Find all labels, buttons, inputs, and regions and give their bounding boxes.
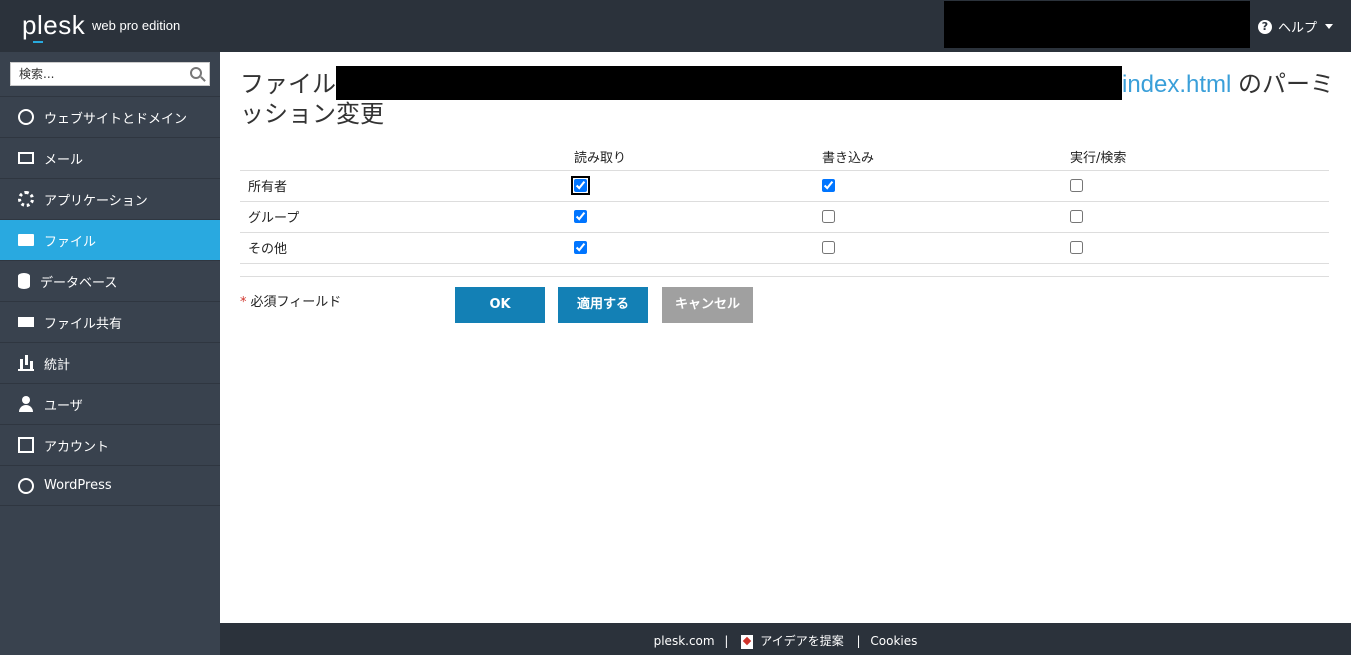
search-box [10, 62, 210, 86]
sidebar-item-account[interactable]: アカウント [0, 424, 220, 465]
sidebar-item-users[interactable]: ユーザ [0, 383, 220, 424]
owner-write-checkbox[interactable] [822, 179, 835, 192]
account-icon [18, 437, 34, 453]
footer-idea-link[interactable]: アイデアを提案 [738, 634, 846, 649]
sidebar-item-applications[interactable]: アプリケーション [0, 178, 220, 219]
permissions-table: 読み取り 書き込み 実行/検索 所有者 グループ その他 [240, 144, 1329, 264]
table-row-owner: 所有者 [240, 170, 1329, 202]
column-header-entity [240, 144, 560, 171]
sidebar-item-label: ユーザ [44, 398, 83, 414]
row-label: 所有者 [240, 170, 560, 202]
chevron-down-icon [1325, 24, 1334, 29]
sidebar-item-label: ウェブサイトとドメイン [44, 111, 188, 127]
footer-separator: | [856, 634, 861, 648]
stats-icon [18, 355, 34, 371]
cancel-button[interactable]: キャンセル [662, 287, 753, 323]
column-header-read: 読み取り [560, 144, 808, 171]
footer-idea-label: アイデアを提案 [760, 634, 844, 648]
idea-icon [741, 634, 754, 649]
divider [240, 276, 1329, 277]
others-write-checkbox[interactable] [822, 241, 835, 254]
redacted-user-area [944, 1, 1250, 48]
owner-read-checkbox[interactable] [571, 176, 590, 195]
footer-cookies-link[interactable]: Cookies [870, 634, 917, 648]
edition-label: web pro edition [92, 18, 181, 33]
sidebar-item-label: WordPress [44, 478, 112, 493]
top-bar: plesk web pro edition ? ヘルプ [0, 0, 1351, 52]
sidebar-item-file-sharing[interactable]: ファイル共有 [0, 301, 220, 342]
main-content: ファイル index.html のパーミッション変更 読み取り 書き込み 実行/検… [220, 52, 1351, 623]
page-title: ファイル index.html のパーミッション変更 [240, 65, 1335, 129]
others-read-checkbox[interactable] [574, 241, 587, 254]
mail-icon [18, 152, 34, 164]
sidebar-item-label: アプリケーション [44, 193, 148, 209]
sidebar-item-files[interactable]: ファイル [0, 219, 220, 260]
group-read-checkbox[interactable] [574, 210, 587, 223]
others-execute-checkbox[interactable] [1070, 241, 1083, 254]
sidebar-item-label: メール [44, 152, 84, 168]
owner-execute-checkbox[interactable] [1070, 179, 1083, 192]
search-input[interactable] [11, 63, 181, 85]
sidebar-item-mail[interactable]: メール [0, 137, 220, 178]
table-row-others: その他 [240, 232, 1329, 264]
sidebar-item-label: 統計 [44, 357, 71, 373]
required-star: * [240, 295, 247, 310]
sidebar-item-databases[interactable]: データベース [0, 260, 220, 301]
sidebar-item-statistics[interactable]: 統計 [0, 342, 220, 383]
row-label: その他 [240, 232, 560, 264]
footer-plesk-link[interactable]: plesk.com [654, 634, 715, 648]
required-note-label: 必須フィールド [250, 295, 342, 310]
user-icon [18, 396, 34, 412]
help-icon: ? [1258, 19, 1272, 34]
required-fields-note: * 必須フィールド [240, 291, 341, 310]
sidebar-item-label: ファイル [44, 234, 97, 250]
wordpress-icon [18, 477, 34, 494]
plesk-logo[interactable]: plesk [22, 10, 85, 41]
sidebar-nav: ウェブサイトとドメイン メール アプリケーション ファイル データベース ファイ… [0, 96, 220, 506]
column-header-execute: 実行/検索 [1056, 144, 1329, 171]
gear-icon [18, 191, 34, 207]
database-icon [18, 273, 30, 289]
sidebar-item-label: アカウント [44, 439, 110, 455]
group-execute-checkbox[interactable] [1070, 210, 1083, 223]
file-share-icon [18, 317, 34, 327]
folder-icon [18, 234, 34, 246]
page-title-prefix: ファイル [240, 71, 336, 98]
help-menu[interactable]: ? ヘルプ [1258, 17, 1334, 36]
search-icon[interactable] [190, 67, 202, 79]
file-link[interactable]: index.html [1122, 71, 1231, 98]
redacted-path [336, 65, 1122, 100]
sidebar: ウェブサイトとドメイン メール アプリケーション ファイル データベース ファイ… [0, 52, 220, 655]
sidebar-item-wordpress[interactable]: WordPress [0, 465, 220, 506]
apply-button[interactable]: 適用する [558, 287, 648, 323]
table-header-row: 読み取り 書き込み 実行/検索 [240, 144, 1329, 171]
column-header-write: 書き込み [808, 144, 1056, 171]
row-label: グループ [240, 201, 560, 233]
help-label: ヘルプ [1278, 21, 1318, 36]
ok-button[interactable]: OK [455, 287, 545, 323]
sidebar-item-websites-domains[interactable]: ウェブサイトとドメイン [0, 96, 220, 137]
footer-separator: | [724, 634, 729, 648]
sidebar-item-label: データベース [40, 275, 118, 291]
group-write-checkbox[interactable] [822, 210, 835, 223]
globe-icon [18, 109, 34, 125]
table-row-group: グループ [240, 201, 1329, 233]
sidebar-item-label: ファイル共有 [44, 316, 123, 332]
footer: plesk.com | アイデアを提案 | Cookies [220, 623, 1351, 655]
